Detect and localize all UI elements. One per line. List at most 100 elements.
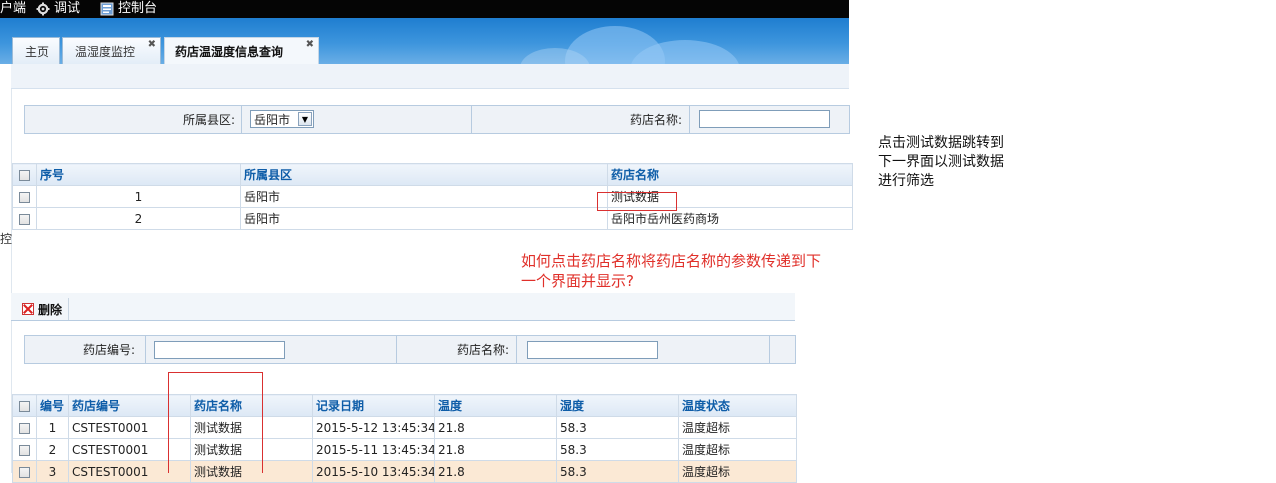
cell-county: 岳阳市 — [240, 185, 608, 208]
table-header-row: 序号 所属县区 药店名称 — [12, 163, 853, 186]
annotation-line: 一个界面并显示? — [521, 272, 634, 290]
cell-temp: 21.8 — [434, 416, 557, 439]
cell-humidity: 58.3 — [556, 416, 679, 439]
pharmacy-name-label: 药店名称: — [629, 113, 682, 127]
left-sidebar-strip — [0, 64, 12, 473]
tab-label: 主页 — [25, 44, 50, 59]
column-header-county[interactable]: 所属县区 — [240, 163, 608, 186]
top-search-panel: 所属县区: 岳阳市 ▼ 药店名称: — [24, 105, 850, 134]
annotation-instruction: 点击测试数据跳转到 下一界面以测试数据 进行筛选 — [878, 134, 1004, 191]
column-header-pharmacy[interactable]: 药店名称 — [607, 163, 853, 186]
row-checkbox-cell[interactable] — [12, 438, 37, 461]
cell-humidity: 58.3 — [556, 438, 679, 461]
annotation-line: 点击测试数据跳转到 — [878, 135, 1004, 151]
select-all-checkbox[interactable] — [19, 400, 30, 412]
county-label: 所属县区: — [182, 113, 235, 127]
cell-temp: 21.8 — [434, 438, 557, 461]
column-header-index[interactable]: 序号 — [36, 163, 241, 186]
row-checkbox[interactable] — [19, 466, 30, 478]
pharmacy-name-label: 药店名称: — [456, 343, 509, 357]
divider — [769, 336, 770, 363]
content-sub-bar — [11, 64, 849, 89]
menu-item-client[interactable]: 户端 — [0, 1, 26, 17]
annotation-line: 下一界面以测试数据 — [878, 154, 1004, 170]
menu-item-debug[interactable]: 调试 — [36, 1, 80, 17]
delete-button-label: 删除 — [38, 302, 63, 317]
select-all-checkbox-cell[interactable] — [12, 394, 37, 417]
close-icon[interactable]: ✖ — [306, 39, 314, 50]
cell-status: 温度超标 — [678, 460, 797, 483]
row-checkbox[interactable] — [19, 191, 30, 203]
sidebar-fragment-label: 控 — [0, 232, 13, 246]
table-row[interactable]: 3 CSTEST0001 测试数据 2015-5-10 13:45:34 21.… — [12, 460, 797, 483]
column-header-status[interactable]: 温度状态 — [678, 394, 797, 417]
row-checkbox[interactable] — [19, 213, 30, 225]
top-menu-bar: 户端 调试 控制台 — [0, 0, 849, 18]
pharmacy-code-label: 药店编号: — [82, 343, 135, 357]
tab-label: 药店温湿度信息查询 — [175, 44, 284, 59]
chevron-down-icon[interactable]: ▼ — [298, 112, 312, 126]
table-row[interactable]: 2 CSTEST0001 测试数据 2015-5-11 13:45:34 21.… — [12, 438, 797, 461]
pharmacy-name-input-bottom[interactable] — [527, 341, 658, 359]
cell-date: 2015-5-10 13:45:34 — [312, 460, 435, 483]
menu-item-console[interactable]: 控制台 — [100, 1, 157, 17]
tab-label: 温湿度监控 — [75, 44, 136, 59]
row-checkbox-cell[interactable] — [12, 416, 37, 439]
temp-humidity-record-table: 编号 药店编号 药店名称 记录日期 温度 湿度 温度状态 1 CSTEST000… — [12, 394, 797, 483]
row-checkbox[interactable] — [19, 422, 30, 434]
cell-date: 2015-5-11 13:45:34 — [312, 438, 435, 461]
tab-pharmacy-temp-humidity-query[interactable]: 药店温湿度信息查询 ✖ — [164, 37, 319, 64]
tab-temp-humidity-monitor[interactable]: 温湿度监控 ✖ — [62, 37, 161, 64]
highlight-box-pharmacy-name-column — [168, 372, 263, 473]
table-row[interactable]: 1 岳阳市 测试数据 — [12, 185, 853, 208]
record-toolbar — [11, 293, 795, 321]
divider — [689, 106, 690, 133]
menu-item-label: 户端 — [0, 1, 27, 16]
cell-no: 2 — [36, 438, 69, 461]
annotation-line: 如何点击药店名称将药店名称的参数传递到下 — [521, 252, 822, 270]
pharmacy-name-input[interactable] — [699, 110, 830, 128]
row-checkbox-cell[interactable] — [12, 207, 37, 230]
pharmacy-code-input[interactable] — [154, 341, 285, 359]
cell-date: 2015-5-12 13:45:34 — [312, 416, 435, 439]
highlight-box-test-data — [597, 192, 677, 211]
delete-button[interactable]: 删除 — [22, 298, 70, 320]
pharmacy-list-table: 序号 所属县区 药店名称 1 岳阳市 测试数据 2 岳阳市 岳阳市岳州医药商场 — [12, 163, 853, 230]
delete-x-icon — [22, 303, 34, 315]
cell-no: 3 — [36, 460, 69, 483]
cell-no: 1 — [36, 416, 69, 439]
menu-item-label: 控制台 — [118, 1, 158, 16]
column-header-temp[interactable]: 温度 — [434, 394, 557, 417]
row-checkbox-cell[interactable] — [12, 460, 37, 483]
tab-header-banner: 主页 温湿度监控 ✖ 药店温湿度信息查询 ✖ — [0, 18, 849, 64]
county-select-value: 岳阳市 — [254, 112, 291, 127]
cell-status: 温度超标 — [678, 416, 797, 439]
select-all-checkbox-cell[interactable] — [12, 163, 37, 186]
row-checkbox[interactable] — [19, 444, 30, 456]
table-row[interactable]: 1 CSTEST0001 测试数据 2015-5-12 13:45:34 21.… — [12, 416, 797, 439]
divider — [145, 336, 146, 363]
console-monitor-icon — [100, 2, 114, 16]
county-select[interactable]: 岳阳市 ▼ — [250, 110, 314, 128]
cell-county: 岳阳市 — [240, 207, 608, 230]
close-icon[interactable]: ✖ — [148, 39, 156, 50]
debug-gear-icon — [36, 2, 50, 16]
cell-status: 温度超标 — [678, 438, 797, 461]
menu-item-label: 调试 — [54, 1, 81, 16]
select-all-checkbox[interactable] — [19, 169, 30, 181]
column-header-humidity[interactable]: 湿度 — [556, 394, 679, 417]
column-header-date[interactable]: 记录日期 — [312, 394, 435, 417]
tab-home[interactable]: 主页 — [12, 37, 60, 64]
annotation-line: 进行筛选 — [878, 173, 934, 189]
cell-index: 2 — [36, 207, 241, 230]
bottom-search-panel: 药店编号: 药店名称: — [24, 335, 796, 364]
column-header-no[interactable]: 编号 — [36, 394, 69, 417]
cell-index: 1 — [36, 185, 241, 208]
cell-humidity: 58.3 — [556, 460, 679, 483]
table-row[interactable]: 2 岳阳市 岳阳市岳州医药商场 — [12, 207, 853, 230]
annotation-question: 如何点击药店名称将药店名称的参数传递到下 一个界面并显示? — [521, 251, 821, 291]
divider — [516, 336, 517, 363]
table-header-row: 编号 药店编号 药店名称 记录日期 温度 湿度 温度状态 — [12, 394, 797, 417]
row-checkbox-cell[interactable] — [12, 185, 37, 208]
cell-temp: 21.8 — [434, 460, 557, 483]
